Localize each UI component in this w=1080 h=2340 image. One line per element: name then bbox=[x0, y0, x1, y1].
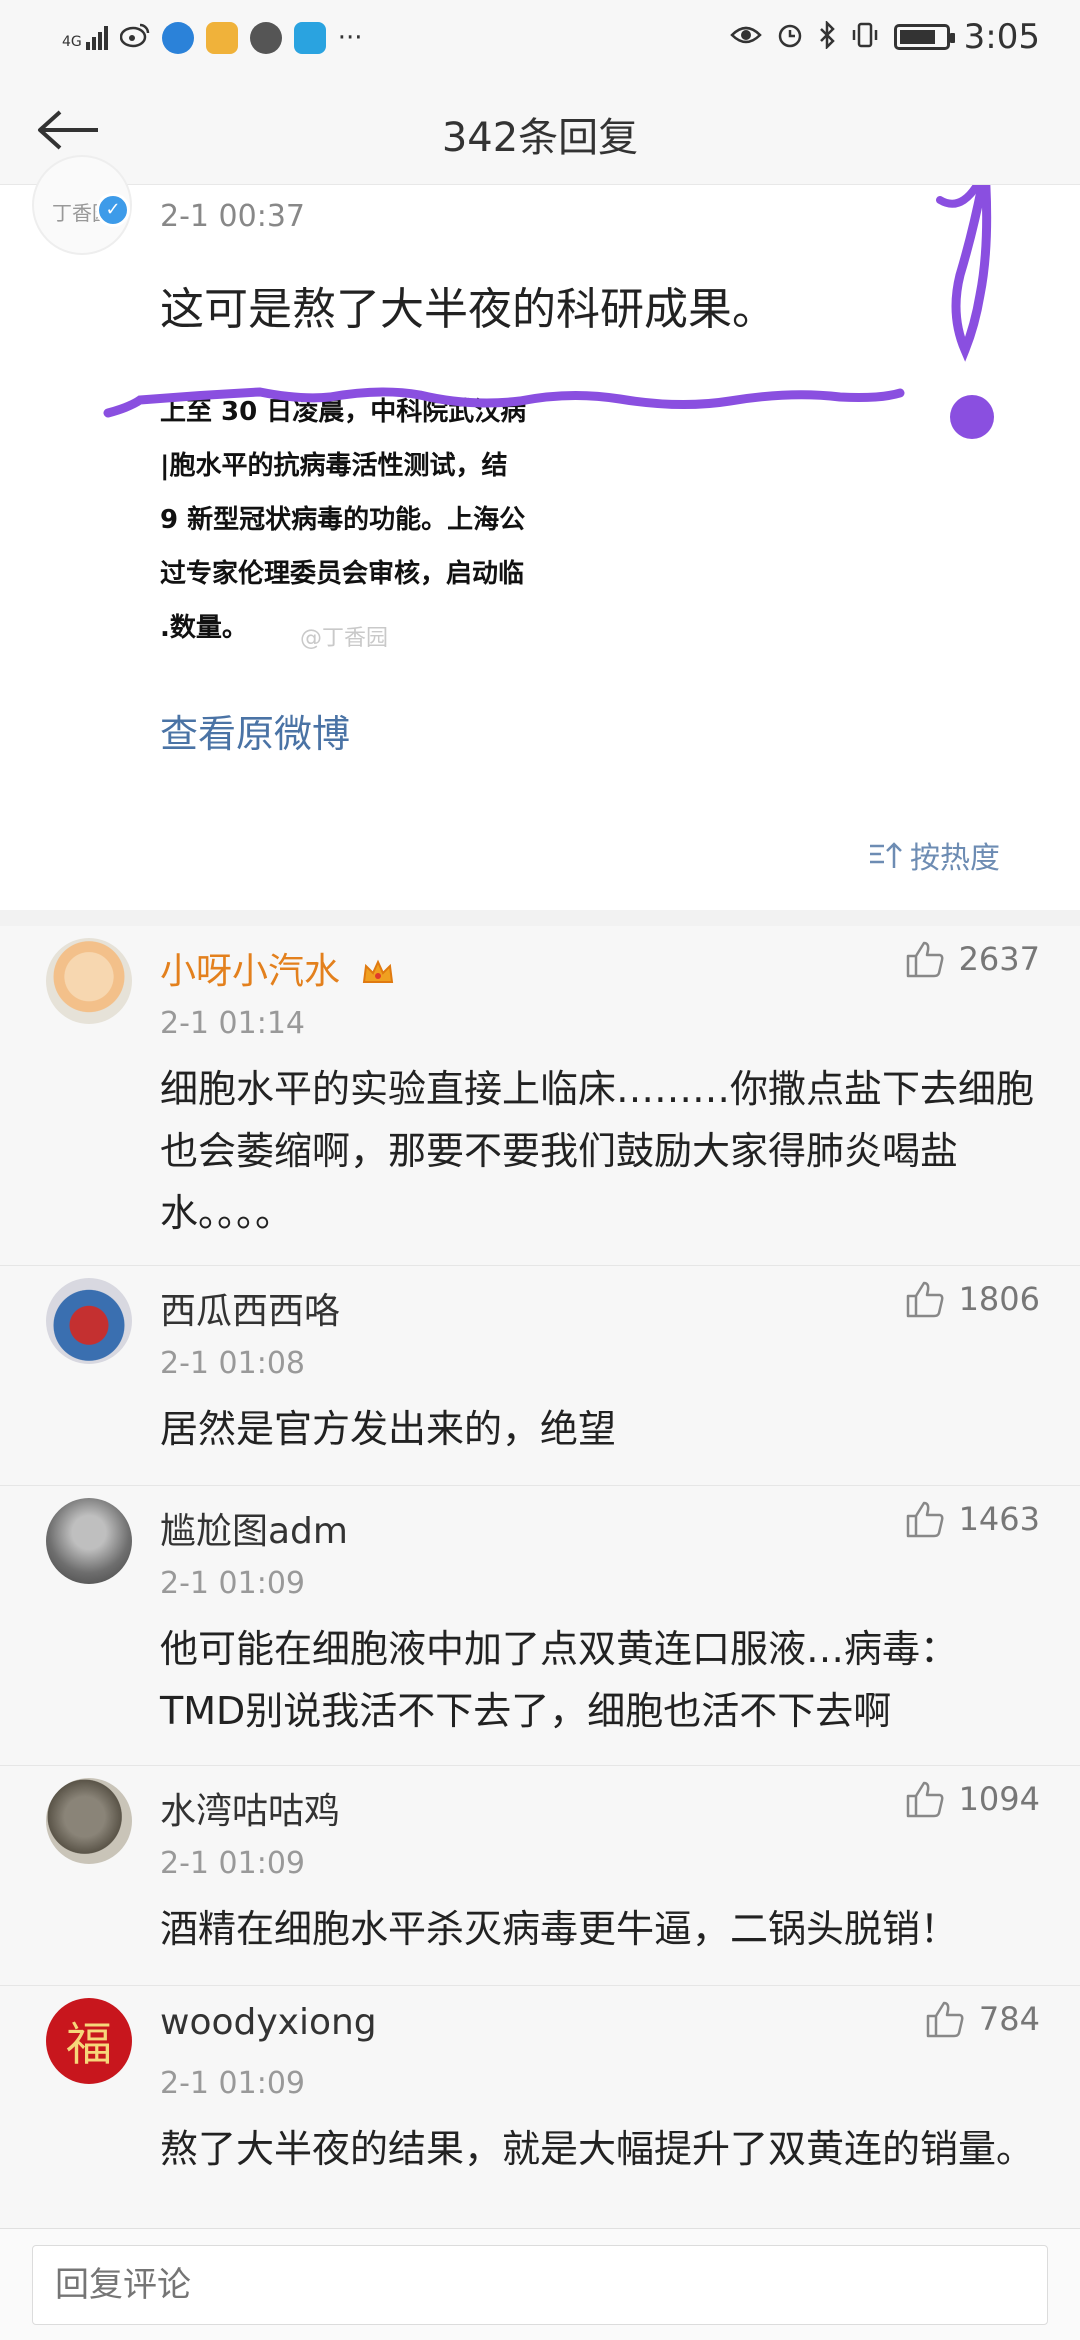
browser-icon bbox=[161, 22, 194, 54]
author-name[interactable]: 尴尬图adm bbox=[160, 1502, 348, 1554]
comment-item[interactable]: 小呀小汽水 2637 2-1 01:14 细胞水平的实验直接上临床………你撒点盐… bbox=[0, 926, 1080, 1266]
reply-bar bbox=[0, 2228, 1080, 2340]
watermark: @丁香园 bbox=[300, 626, 389, 651]
app-icon bbox=[205, 22, 238, 54]
comment-item[interactable]: 福 woodyxiong 784 2-1 01:09 熬了大半夜的结果，就是大幅… bbox=[0, 1986, 1080, 2236]
thumbs-up-icon bbox=[906, 941, 944, 978]
exclamation-stroke bbox=[951, 185, 992, 362]
thumbs-up-icon bbox=[906, 1781, 944, 1818]
avatar-text: 福 bbox=[66, 2017, 112, 2071]
comment-text: 酒精在细胞水平杀灭病毒更牛逼，二锅头脱销！ bbox=[160, 1907, 959, 1951]
weibo-icon bbox=[119, 22, 150, 54]
author-name: 小呀小汽水 bbox=[160, 951, 341, 992]
avatar[interactable] bbox=[46, 1778, 132, 1864]
embedded-line: |胞水平的抗病毒活性测试，结 bbox=[160, 451, 508, 481]
more-icon: ··· bbox=[337, 23, 363, 53]
like-button[interactable]: 1806 bbox=[905, 1280, 1040, 1318]
eye-icon bbox=[729, 24, 762, 50]
post-time: 2-1 00:37 bbox=[160, 199, 305, 234]
like-count: 2637 bbox=[958, 940, 1040, 978]
comment-time: 2-1 01:09 bbox=[160, 1566, 305, 1601]
comment-time: 2-1 01:09 bbox=[160, 1846, 305, 1881]
embedded-line: 过专家伦理委员会审核，启动临 bbox=[160, 559, 525, 589]
comment-time: 2-1 01:14 bbox=[160, 1006, 305, 1041]
thumbs-up-icon bbox=[906, 1501, 944, 1538]
sort-button[interactable]: 按热度 bbox=[868, 833, 1000, 877]
like-button[interactable]: 2637 bbox=[905, 940, 1040, 978]
like-count: 1463 bbox=[958, 1500, 1040, 1538]
original-post: 丁香园 ✓ 2-1 00:37 这可是熬了大半夜的科研成果。 上至 30 日凌晨… bbox=[0, 155, 1080, 910]
like-count: 1094 bbox=[958, 1780, 1040, 1818]
vibrate-icon bbox=[850, 21, 880, 53]
comment-text: 他可能在细胞液中加了点双黄连口服液…病毒：TMD别说我活不下去了，细胞也活不下去… bbox=[160, 1627, 959, 1733]
comment-list: 小呀小汽水 2637 2-1 01:14 细胞水平的实验直接上临床………你撒点盐… bbox=[0, 926, 1080, 2236]
author-name[interactable]: 水湾咕咕鸡 bbox=[160, 1782, 340, 1834]
thumbs-up-icon bbox=[926, 2001, 964, 2038]
exclamation-dot bbox=[950, 395, 994, 439]
author-name[interactable]: 西瓜西西咯 bbox=[160, 1282, 340, 1334]
like-button[interactable]: 1094 bbox=[905, 1780, 1040, 1818]
status-time: 3:05 bbox=[963, 17, 1040, 57]
embedded-line: 上至 30 日凌晨，中科院武汉病 bbox=[160, 397, 527, 427]
comment-text: 居然是官方发出来的，绝望 bbox=[160, 1407, 617, 1451]
like-button[interactable]: 1463 bbox=[905, 1500, 1040, 1538]
signal-icon: 4G bbox=[62, 26, 108, 50]
bluetooth-icon bbox=[818, 19, 836, 53]
app2-icon bbox=[293, 22, 326, 54]
status-bar: 4G ··· 3:05 bbox=[0, 0, 1080, 75]
network-label: 4G bbox=[62, 34, 82, 50]
like-count: 784 bbox=[978, 2000, 1040, 2038]
embedded-line: 9 新型冠状病毒的功能。上海公 bbox=[160, 505, 526, 535]
chat-icon bbox=[249, 22, 282, 54]
battery-icon bbox=[893, 24, 955, 50]
like-button[interactable]: 784 bbox=[925, 2000, 1040, 2038]
status-left: 4G ··· bbox=[62, 18, 363, 58]
comment-item[interactable]: 西瓜西西咯 1806 2-1 01:08 居然是官方发出来的，绝望 bbox=[0, 1266, 1080, 1486]
alarm-icon bbox=[776, 21, 804, 53]
comment-item[interactable]: 尴尬图adm 1463 2-1 01:09 他可能在细胞液中加了点双黄连口服液…… bbox=[0, 1486, 1080, 1766]
author-name[interactable]: woodyxiong bbox=[160, 2002, 377, 2043]
sort-label: 按热度 bbox=[910, 841, 1000, 876]
view-original-link[interactable]: 查看原微博 bbox=[160, 703, 350, 758]
avatar[interactable] bbox=[46, 938, 132, 1024]
comment-text: 细胞水平的实验直接上临床………你撒点盐下去细胞也会萎缩啊，那要不要我们鼓励大家得… bbox=[160, 1067, 1035, 1235]
verified-icon: ✓ bbox=[96, 193, 130, 227]
exclamation-stroke-2 bbox=[936, 185, 982, 208]
vip-crown-icon bbox=[363, 959, 394, 983]
like-count: 1806 bbox=[958, 1280, 1040, 1318]
comment-author[interactable]: 小呀小汽水 bbox=[160, 942, 395, 994]
page-title: 342条回复 bbox=[441, 115, 639, 161]
section-divider bbox=[0, 910, 1080, 926]
avatar[interactable] bbox=[46, 1278, 132, 1364]
comment-item[interactable]: 水湾咕咕鸡 1094 2-1 01:09 酒精在细胞水平杀灭病毒更牛逼，二锅头脱… bbox=[0, 1766, 1080, 1986]
thumbs-up-icon bbox=[906, 1281, 944, 1318]
avatar[interactable]: 福 bbox=[46, 1998, 132, 2084]
avatar[interactable] bbox=[46, 1498, 132, 1584]
status-right: 3:05 bbox=[729, 14, 1040, 60]
comment-time: 2-1 01:09 bbox=[160, 2066, 305, 2101]
comment-time: 2-1 01:08 bbox=[160, 1346, 305, 1381]
comment-text: 熬了大半夜的结果，就是大幅提升了双黄连的销量。 bbox=[160, 2127, 1035, 2171]
nav-bar: 342条回复 bbox=[0, 75, 1080, 185]
sort-icon bbox=[870, 842, 902, 868]
post-text: 这可是熬了大半夜的科研成果。 bbox=[160, 284, 776, 335]
embedded-article: 上至 30 日凌晨，中科院武汉病 |胞水平的抗病毒活性测试，结 9 新型冠状病毒… bbox=[160, 385, 580, 655]
reply-input[interactable] bbox=[32, 2245, 1048, 2325]
